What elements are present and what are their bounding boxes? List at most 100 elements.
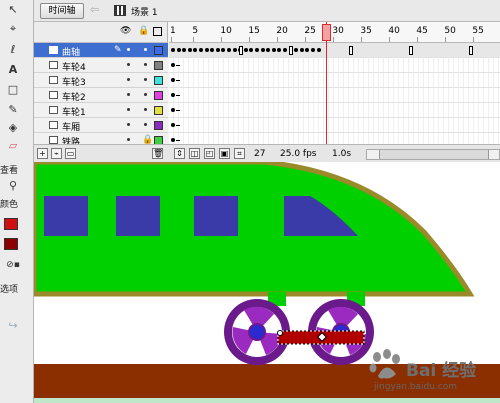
layer-name[interactable]: 车轮1 — [62, 105, 86, 118]
edit-multiple-icon[interactable]: ▣ — [219, 148, 230, 159]
frame-row[interactable] — [169, 58, 500, 73]
layer-outline-color[interactable] — [154, 61, 163, 70]
keyframe[interactable] — [171, 138, 175, 142]
keyframe[interactable] — [187, 48, 192, 52]
snap-option-icon[interactable]: ↪ — [4, 316, 22, 334]
timeline-toggle-button[interactable]: 时间轴 — [40, 3, 84, 19]
text-tool-icon[interactable]: A — [4, 60, 22, 78]
keyframe[interactable] — [210, 48, 215, 52]
keyframe[interactable] — [255, 48, 259, 52]
keyframe[interactable] — [249, 48, 254, 52]
keyframe[interactable] — [171, 108, 175, 112]
keyframe[interactable] — [283, 48, 287, 52]
lock-dot[interactable] — [144, 48, 147, 51]
layer-name[interactable]: 车厢 — [62, 120, 80, 133]
layer-row[interactable]: 车厢 — [34, 118, 168, 133]
lasso-tool-icon[interactable]: ℓ — [4, 40, 22, 58]
visibility-dot[interactable] — [127, 48, 130, 51]
fill-color-swatch[interactable] — [4, 238, 18, 250]
frame-row[interactable] — [169, 118, 500, 133]
layer-name[interactable]: 车轮2 — [62, 90, 86, 103]
lock-dot[interactable] — [144, 123, 147, 126]
layer-outline-color[interactable] — [154, 106, 163, 115]
keyframe[interactable] — [171, 63, 175, 67]
frame-rate[interactable]: 25.0 fps — [280, 148, 316, 160]
scene-label[interactable]: 场景 1 — [131, 5, 158, 18]
visibility-dot[interactable] — [127, 63, 130, 66]
subselection-tool-icon[interactable]: ⌖ — [4, 20, 22, 38]
back-arrow-icon[interactable]: ⇦ — [90, 3, 99, 16]
brush-tool-icon[interactable]: ✎ — [4, 100, 22, 118]
timeline-scroll-thumb[interactable] — [379, 150, 489, 159]
layer-outline-color[interactable] — [154, 76, 163, 85]
visibility-dot[interactable] — [127, 123, 130, 126]
keyframe[interactable] — [260, 48, 265, 52]
selection-tool-icon[interactable]: ↖ — [4, 0, 22, 18]
swap-colors-icon[interactable]: ⊘▪ — [4, 256, 22, 274]
keyframe[interactable] — [171, 48, 175, 52]
onion-skin-icon[interactable]: ◫ — [189, 148, 200, 159]
keyframe[interactable] — [171, 93, 175, 97]
add-layer-icon[interactable]: + — [37, 148, 48, 159]
layer-name[interactable]: 车轮4 — [62, 60, 86, 73]
timeline-scrollbar[interactable] — [366, 149, 500, 160]
keyframe[interactable] — [171, 123, 175, 127]
frames-area[interactable]: 1 5 10 15 20 25 30 35 40 45 50 55 — [169, 22, 500, 148]
layer-row[interactable]: 曲轴 ✎ — [34, 43, 168, 58]
layer-row[interactable]: 车轮4 — [34, 58, 168, 73]
keyframe-end[interactable] — [409, 46, 413, 55]
frame-ruler[interactable]: 1 5 10 15 20 25 30 35 40 45 50 55 — [169, 22, 500, 43]
keyframe[interactable] — [277, 48, 282, 52]
eye-icon[interactable]: 👁 — [120, 26, 131, 36]
layer-outline-color[interactable] — [154, 91, 163, 100]
keyframe[interactable] — [271, 48, 276, 52]
keyframe[interactable] — [176, 48, 181, 52]
zoom-tool-icon[interactable]: ⚲ — [4, 176, 22, 194]
delete-layer-icon[interactable]: 🗑 — [152, 148, 163, 159]
frame-row[interactable] — [169, 103, 500, 118]
keyframe[interactable] — [232, 48, 237, 52]
keyframe[interactable] — [215, 48, 220, 52]
keyframe-end[interactable] — [469, 46, 473, 55]
visibility-dot[interactable] — [127, 93, 130, 96]
center-frame-icon[interactable]: ⇕ — [174, 148, 185, 159]
keyframe[interactable] — [243, 48, 248, 52]
eraser-tool-icon[interactable]: ▱ — [4, 136, 22, 154]
outline-icon[interactable] — [153, 27, 162, 36]
add-guide-icon[interactable]: ⌁ — [51, 148, 62, 159]
keyframe[interactable] — [204, 48, 209, 52]
rectangle-tool-icon[interactable]: □ — [4, 80, 22, 98]
keyframe[interactable] — [193, 48, 198, 52]
lock-dot[interactable] — [144, 78, 147, 81]
visibility-dot[interactable] — [127, 108, 130, 111]
keyframe[interactable] — [227, 48, 231, 52]
keyframe[interactable] — [182, 48, 187, 52]
visibility-dot[interactable] — [127, 138, 130, 141]
layer-name[interactable]: 曲轴 — [62, 45, 80, 58]
keyframe-end[interactable] — [289, 46, 293, 55]
layer-outline-color[interactable] — [154, 46, 163, 55]
visibility-dot[interactable] — [127, 78, 130, 81]
keyframe-end[interactable] — [239, 46, 243, 55]
layer-name[interactable]: 车轮3 — [62, 75, 86, 88]
keyframe[interactable] — [199, 48, 203, 52]
paint-bucket-tool-icon[interactable]: ◈ — [4, 118, 22, 136]
keyframe[interactable] — [221, 48, 226, 52]
train-body[interactable] — [34, 162, 475, 297]
keyframe[interactable] — [171, 78, 175, 82]
lock-dot[interactable] — [144, 63, 147, 66]
layer-row[interactable]: 车轮3 — [34, 73, 168, 88]
layer-outline-color[interactable] — [154, 121, 163, 130]
keyframe[interactable] — [316, 48, 321, 52]
keyframe[interactable] — [294, 48, 299, 52]
keyframe[interactable] — [266, 48, 271, 52]
layer-row[interactable]: 车轮2 — [34, 88, 168, 103]
keyframe[interactable] — [311, 48, 315, 52]
frame-row[interactable] — [169, 73, 500, 88]
keyframe-end[interactable] — [349, 46, 353, 55]
onion-markers-icon[interactable]: ⌗ — [234, 148, 245, 159]
keyframe[interactable] — [299, 48, 304, 52]
frame-row[interactable] — [169, 43, 500, 58]
frame-row[interactable] — [169, 88, 500, 103]
lock-dot[interactable] — [144, 108, 147, 111]
